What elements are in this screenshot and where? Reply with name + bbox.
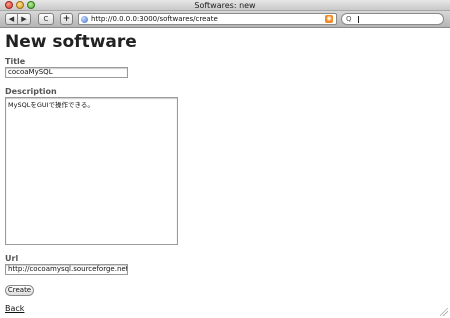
plus-icon: +	[62, 14, 71, 24]
url-input[interactable]: http://cocoamysql.sourceforge.net/	[5, 264, 128, 275]
title-label: Title	[5, 57, 26, 66]
address-text[interactable]: http://0.0.0.0:3000/softwares/create	[91, 14, 218, 24]
back-link[interactable]: Back	[5, 304, 24, 313]
back-button[interactable]: ◀	[5, 13, 18, 25]
page-content: New software Title cocoaMySQL Descriptio…	[0, 29, 450, 318]
address-bar[interactable]: http://0.0.0.0:3000/softwares/create ◉	[78, 13, 337, 25]
back-arrow-icon: ◀	[8, 15, 15, 23]
add-bookmark-button[interactable]: +	[60, 13, 73, 25]
description-textarea[interactable]: MySQLをGUIで操作できる。	[5, 97, 178, 245]
browser-toolbar: ◀ ▶ C + http://0.0.0.0:3000/softwares/cr…	[0, 11, 450, 28]
title-input[interactable]: cocoaMySQL	[5, 67, 128, 78]
text-caret	[358, 16, 359, 23]
create-button[interactable]: Create	[5, 285, 34, 296]
reload-icon: C	[43, 15, 49, 23]
search-icon[interactable]: Q	[346, 15, 352, 24]
resize-grip-icon[interactable]	[440, 308, 448, 316]
search-field[interactable]: Q	[341, 13, 444, 25]
rss-icon[interactable]: ◉	[325, 15, 333, 23]
page-title: New software	[5, 32, 137, 52]
globe-icon	[81, 16, 88, 23]
url-label: Url	[5, 254, 19, 263]
description-label: Description	[5, 87, 57, 96]
window-title: Softwares: new	[194, 1, 256, 10]
forward-button[interactable]: ▶	[18, 13, 31, 25]
reload-button[interactable]: C	[38, 13, 54, 25]
forward-arrow-icon: ▶	[21, 15, 27, 23]
window-titlebar: Softwares: new	[0, 0, 450, 11]
